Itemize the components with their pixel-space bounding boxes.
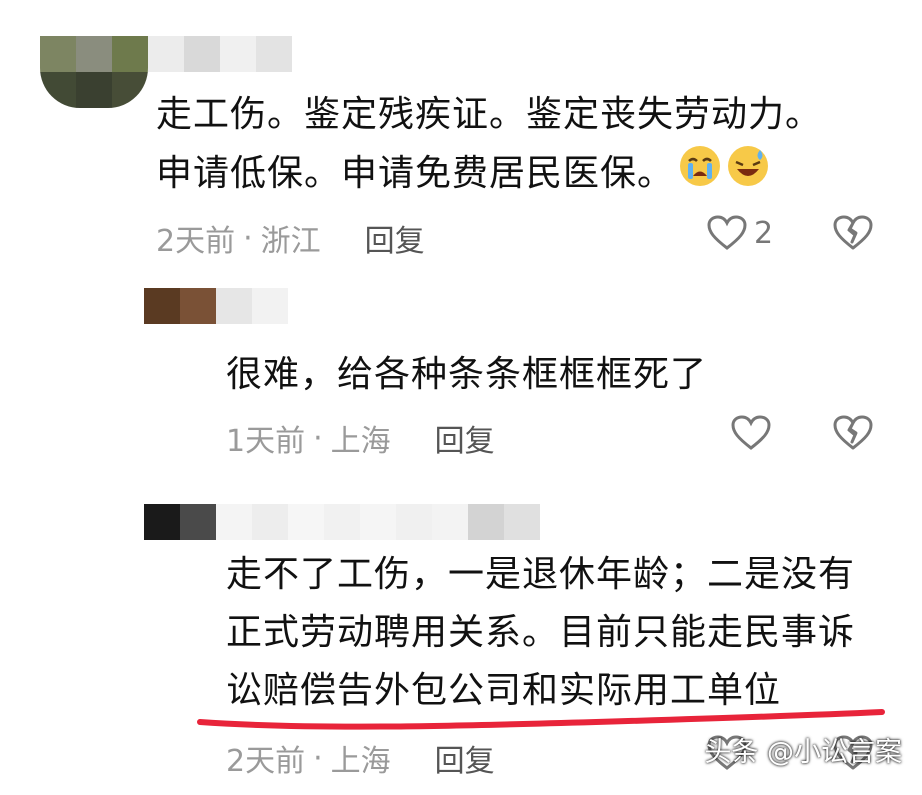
dislike-button[interactable] [832,214,874,252]
avatar[interactable] [144,504,216,540]
username-blurred[interactable] [216,288,288,324]
grinning-sweat-face-emoji-icon [726,144,770,206]
separator-dot: · [313,740,323,776]
separator-dot: · [243,220,253,256]
reply-button[interactable]: 回复 [435,736,495,780]
comment-line: 走不了工伤，一是退休年龄；二是没有 [226,554,856,595]
comment-text: 走不了工伤，一是退休年龄；二是没有 正式劳动聘用关系。目前只能走民事诉 讼赔偿告… [226,546,855,720]
comment-meta: 1天前 · 上海 回复 [226,416,495,460]
comment-location: 上海 [330,744,391,779]
comment-meta: 2天前 · 上海 回复 [226,736,495,780]
comment-line: 申请低保。申请免费居民医保。 [156,144,822,206]
reply-button[interactable]: 回复 [435,416,495,460]
avatar[interactable] [40,36,148,108]
comment-meta: 2天前 · 浙江 回复 [156,216,425,260]
dislike-button[interactable] [832,414,874,452]
comment-line: 很难，给各种条条框框框死了 [226,354,708,395]
crying-face-emoji-icon [678,144,722,206]
comment-time: 2天前 [156,224,236,259]
separator-dot: · [313,420,323,456]
username-blurred[interactable] [148,36,292,72]
broken-heart-icon [832,414,874,452]
comment-line: 正式劳动聘用关系。目前只能走民事诉 [226,612,856,653]
like-button[interactable] [730,414,772,452]
like-button[interactable]: 2 [706,214,773,252]
heart-icon [706,214,748,252]
reply-button[interactable]: 回复 [365,216,425,260]
heart-icon [730,414,772,452]
comment-time: 1天前 [226,424,306,459]
like-count: 2 [754,215,774,251]
comment-text: 很难，给各种条条框框框死了 [226,346,707,404]
broken-heart-icon [832,214,874,252]
comment-text: 走工伤。鉴定残疾证。鉴定丧失劳动力。 申请低保。申请免费居民医保。 [156,86,822,206]
watermark: 头条 @小讼言案 [704,737,902,768]
avatar[interactable] [144,288,216,324]
comment-location: 上海 [330,424,391,459]
comment-location: 浙江 [260,224,321,259]
comment-time: 2天前 [226,744,306,779]
comment-line: 走工伤。鉴定残疾证。鉴定丧失劳动力。 [156,94,823,135]
username-blurred[interactable] [216,504,540,540]
